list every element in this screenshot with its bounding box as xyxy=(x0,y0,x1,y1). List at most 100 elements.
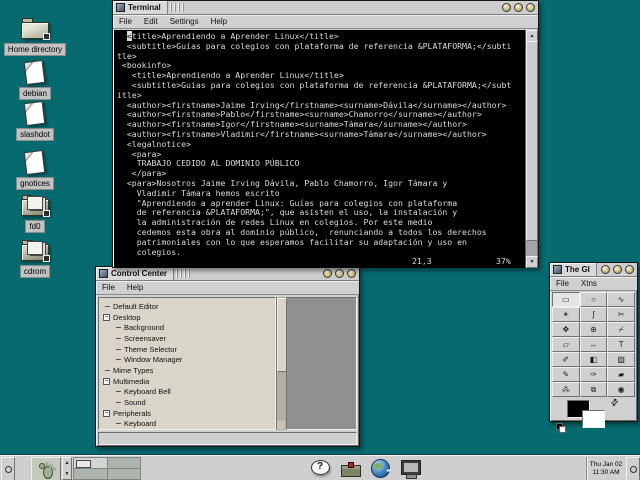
desktop-icon-image xyxy=(19,101,51,126)
tree-item[interactable]: Mime Types xyxy=(99,365,275,376)
menu-item[interactable]: Xtns xyxy=(581,279,597,288)
bucket-fill-tool[interactable]: ◧ xyxy=(580,352,608,367)
tree-item[interactable]: Screensaver xyxy=(99,333,275,344)
expand-toggle-icon[interactable]: − xyxy=(103,410,110,417)
browser-launcher[interactable] xyxy=(368,457,393,480)
tree-item[interactable]: Background xyxy=(99,322,275,333)
workspace-4[interactable] xyxy=(108,469,141,479)
desktop-icon-label: Home directory xyxy=(4,43,66,56)
airbrush-tool[interactable]: ⁂ xyxy=(552,382,580,397)
ellipse-select-tool[interactable]: ○ xyxy=(580,292,608,307)
close-button[interactable] xyxy=(347,269,356,278)
scissors-tool[interactable]: ✂ xyxy=(607,307,635,322)
maximize-button[interactable] xyxy=(514,3,523,12)
tree-item[interactable]: Default Editor xyxy=(99,301,275,312)
scroll-down-arrow[interactable]: ▼ xyxy=(526,256,538,268)
tasklist-arrows[interactable]: ▲▼ xyxy=(62,457,72,480)
scrollbar-thumb[interactable] xyxy=(277,298,287,372)
control-center-titlebar[interactable]: Control Center xyxy=(96,267,359,281)
swap-colors-icon[interactable]: ⇄ xyxy=(609,396,622,409)
tree-item[interactable]: Theme Selector xyxy=(99,344,275,355)
transform-tool[interactable]: ▱ xyxy=(552,337,580,352)
terminal-lines: <title>Aprendiendo a Aprender Linux</tit… xyxy=(117,32,525,257)
maximize-button[interactable] xyxy=(613,265,622,274)
default-colors-icon[interactable] xyxy=(556,423,566,433)
terminal-line: tle> xyxy=(117,52,525,62)
magnify-tool[interactable]: ⊕ xyxy=(580,322,608,337)
bezier-select-tool[interactable]: ʃ xyxy=(580,307,608,322)
help-launcher[interactable] xyxy=(308,457,333,480)
desktop-icon-home-directory[interactable]: Home directory xyxy=(2,16,68,56)
tree-item-label: Desktop xyxy=(113,313,141,322)
menu-item[interactable]: Edit xyxy=(144,17,158,26)
flip-tool[interactable]: ↔ xyxy=(580,337,608,352)
tree-scrollbar[interactable] xyxy=(276,297,286,430)
hide-arrow-icon xyxy=(630,466,637,473)
text-tool[interactable]: T xyxy=(607,337,635,352)
expand-toggle-icon[interactable]: − xyxy=(103,378,110,385)
tree-item-label: Default Editor xyxy=(113,302,158,311)
titlebar-grip xyxy=(170,3,184,12)
tool-icon: ⊕ xyxy=(590,326,597,334)
desktop-icon-debian[interactable]: debian xyxy=(2,60,68,100)
free-select-tool[interactable]: ∿ xyxy=(607,292,635,307)
tree-item[interactable]: − Peripherals xyxy=(99,408,275,419)
tree-item[interactable]: Keyboard Bell xyxy=(99,387,275,398)
panel: ▲▼ Thu Jan 02 11:30 AM xyxy=(0,455,640,480)
menu-item[interactable]: Help xyxy=(127,283,143,292)
terminal-launcher[interactable] xyxy=(398,457,423,480)
minimize-button[interactable] xyxy=(323,269,332,278)
desktop-icon-gnotices[interactable]: gnotices xyxy=(2,150,68,190)
launcher-strip xyxy=(308,457,423,480)
capplet-area xyxy=(286,297,357,430)
close-button[interactable] xyxy=(625,265,634,274)
rect-select-tool[interactable]: ▭ xyxy=(552,292,580,307)
workspace-1[interactable] xyxy=(74,458,107,468)
pencil-tool[interactable]: ✎ xyxy=(552,367,580,382)
scrollbar-thumb[interactable] xyxy=(526,41,538,241)
menu-item[interactable]: Settings xyxy=(170,17,199,26)
menu-item[interactable]: File xyxy=(102,283,115,292)
blend-tool[interactable]: ▨ xyxy=(607,352,635,367)
move-tool[interactable]: ✥ xyxy=(552,322,580,337)
gimp-titlebar[interactable]: The GI xyxy=(550,263,637,277)
tree-item[interactable]: Keyboard xyxy=(99,419,275,430)
workspace-3[interactable] xyxy=(74,469,107,479)
tree-item[interactable]: − Multimedia xyxy=(99,376,275,387)
desktop-icon-slashdot[interactable]: slashdot xyxy=(2,101,68,141)
terminal-titlebar[interactable]: Terminal xyxy=(113,1,538,15)
desktop-icon-fd0[interactable]: fd0 xyxy=(2,193,68,233)
config-launcher[interactable] xyxy=(338,457,363,480)
tree-item-label: Peripherals xyxy=(113,409,151,418)
minimize-button[interactable] xyxy=(601,265,610,274)
maximize-button[interactable] xyxy=(335,269,344,278)
close-button[interactable] xyxy=(526,3,535,12)
terminal-menubar: File Edit Settings Help xyxy=(113,15,538,29)
menu-item[interactable]: File xyxy=(556,279,569,288)
paintbrush-tool[interactable]: ✑ xyxy=(580,367,608,382)
workspace-2[interactable] xyxy=(108,458,141,468)
desktop-icon-label: debian xyxy=(19,87,51,100)
crop-tool[interactable]: ⌿ xyxy=(607,322,635,337)
convolve-tool[interactable]: ◉ xyxy=(607,382,635,397)
panel-hide-right-button[interactable] xyxy=(626,457,640,480)
minimize-button[interactable] xyxy=(502,3,511,12)
tree-item[interactable]: Mouse xyxy=(99,429,275,430)
tree-item[interactable]: − Desktop xyxy=(99,312,275,323)
terminal-scrollbar[interactable]: ▲ ▼ xyxy=(525,30,537,268)
eraser-tool[interactable]: ▰ xyxy=(607,367,635,382)
tree-item[interactable]: Window Manager xyxy=(99,354,275,365)
launcher-icon xyxy=(368,457,393,480)
main-menu-button[interactable] xyxy=(31,457,61,480)
fuzzy-select-tool[interactable]: ✴ xyxy=(552,307,580,322)
expand-toggle-icon[interactable]: − xyxy=(103,314,110,321)
terminal-screen[interactable]: <title>Aprendiendo a Aprender Linux</tit… xyxy=(114,30,525,268)
menu-item[interactable]: File xyxy=(119,17,132,26)
panel-hide-left-button[interactable] xyxy=(1,457,15,480)
desktop-icon-cdrom[interactable]: cdrom xyxy=(2,238,68,278)
background-color-swatch[interactable] xyxy=(582,410,605,428)
menu-item[interactable]: Help xyxy=(211,17,227,26)
tree-item[interactable]: Sound xyxy=(99,397,275,408)
color-picker-tool[interactable]: ✐ xyxy=(552,352,580,367)
clone-tool[interactable]: ⧉ xyxy=(580,382,608,397)
